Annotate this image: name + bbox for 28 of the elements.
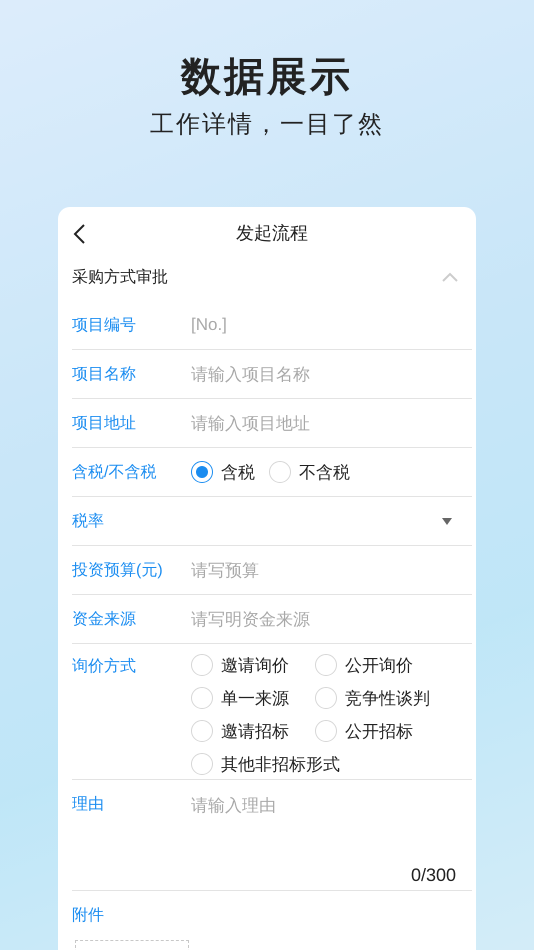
field-label: 资金来源 [72,610,137,630]
radio-option[interactable]: 竞争性谈判 [315,685,430,711]
back-icon[interactable] [72,223,86,245]
radio-option[interactable]: 其他非招标形式 [191,751,340,777]
field-label: 投资预算(元) [72,560,164,580]
radio-option[interactable]: 公开询价 [315,652,425,678]
radio-option[interactable]: 邀请招标 [191,718,301,744]
field-label: 项目地址 [72,414,137,434]
field-label: 项目名称 [72,364,137,384]
field-label: 附件 [72,906,105,926]
radio-option[interactable]: 不含税 [269,460,350,484]
radio-option[interactable]: 含税 [191,460,255,484]
hero-subtitle: 工作详情，一目了然 [150,110,384,140]
field-label: 询价方式 [72,656,137,677]
hero-title: 数据展示 [181,54,353,101]
field-label: 理由 [72,794,105,815]
field-label: 税率 [72,512,105,532]
radio-option[interactable]: 单一来源 [191,685,301,711]
page-title: 发起流程 [236,222,308,245]
section-title: 采购方式审批 [72,268,168,288]
field-label: 项目编号 [72,316,137,336]
character-counter: 0/300 [410,865,457,887]
chevron-up-icon[interactable] [442,272,458,282]
radio-option[interactable]: 邀请询价 [191,652,301,678]
radio-button[interactable] [191,461,213,483]
field-label: 含税/不含税 [72,462,158,482]
radio-option[interactable]: 公开招标 [315,718,425,744]
dropdown-icon[interactable] [442,518,452,524]
